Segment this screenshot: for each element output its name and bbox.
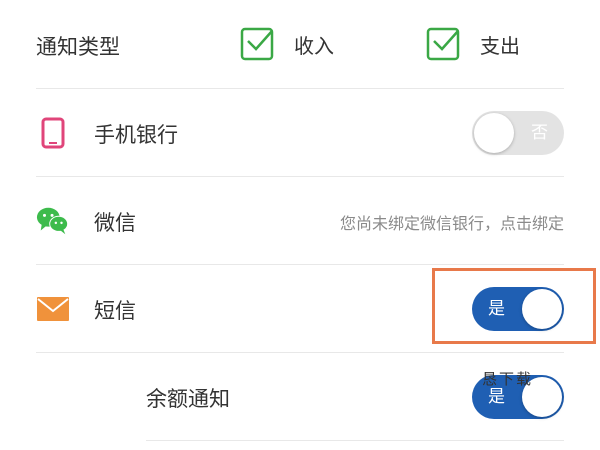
notify-type-label: 通知类型	[36, 35, 120, 59]
watermark-text: 恳下载	[482, 370, 534, 388]
sms-label: 短信	[94, 299, 136, 323]
checkbox-checked-icon[interactable]	[240, 27, 274, 61]
mobile-bank-toggle[interactable]: 否	[472, 111, 564, 155]
highlight-annotation	[432, 268, 596, 344]
wechat-icon	[36, 204, 70, 238]
income-option[interactable]: 收入	[240, 27, 334, 61]
mobile-bank-label: 手机银行	[94, 123, 178, 147]
toggle-knob	[474, 113, 514, 153]
income-label: 收入	[294, 33, 334, 58]
mail-icon	[36, 292, 70, 326]
balance-row: 余额通知 是	[0, 353, 600, 441]
wechat-label: 微信	[94, 211, 136, 235]
phone-icon	[36, 116, 70, 150]
wechat-row[interactable]: 微信 您尚未绑定微信银行，点击绑定	[0, 177, 600, 265]
wechat-bind-hint[interactable]: 您尚未绑定微信银行，点击绑定	[340, 210, 564, 234]
checkbox-checked-icon[interactable]	[426, 27, 460, 61]
notify-type-row: 通知类型 收入 支出	[0, 0, 600, 88]
toggle-state-text: 否	[531, 123, 548, 143]
divider	[146, 440, 564, 441]
balance-label: 余额通知	[146, 387, 230, 411]
mobile-bank-row: 手机银行 否	[0, 89, 600, 177]
expense-option[interactable]: 支出	[426, 27, 520, 61]
expense-label: 支出	[480, 33, 520, 58]
